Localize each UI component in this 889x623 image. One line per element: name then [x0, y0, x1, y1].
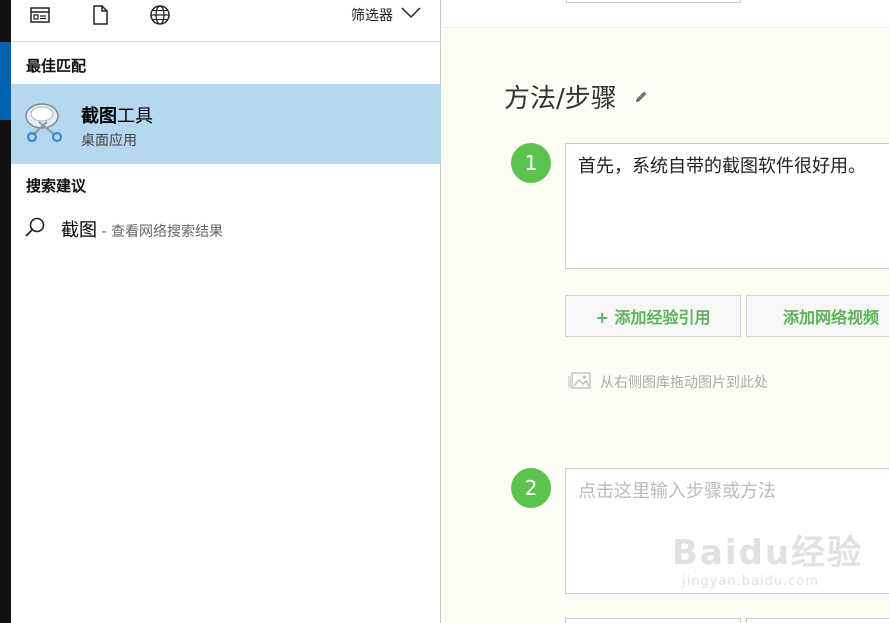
best-match-heading: 最佳匹配 [26, 57, 87, 75]
suggestion-text: 截图 - 查看网络搜索结果 [61, 216, 223, 242]
step-number-badge: 1 [511, 143, 551, 183]
filter-label: 筛选器 [351, 8, 393, 24]
app-title-rest: 工具 [117, 106, 153, 127]
document-icon[interactable] [89, 4, 111, 26]
start-search-panel: 筛选器 最佳匹配 截图工具 桌面应用 搜索建议 截图 - 查看网络搜索结果 [11, 0, 441, 623]
step-number-badge: 2 [511, 468, 551, 508]
snipping-tool-icon [23, 98, 69, 144]
web-globe-icon[interactable] [149, 4, 171, 26]
apps-view-icon[interactable] [29, 4, 51, 26]
app-title: 截图工具 [81, 102, 153, 128]
add-web-video-button[interactable]: 添加网络视频 [746, 295, 889, 337]
section-heading-text: 方法/步骤 [504, 84, 617, 114]
watermark-url: jingyan.baidu.com [682, 574, 819, 589]
step-1-text-field[interactable]: 首先，系统自带的截图软件很好用。 [565, 143, 889, 269]
app-title-match: 截图 [81, 106, 117, 127]
filter-dropdown[interactable]: 筛选器 [351, 4, 421, 26]
taskbar-edge [0, 0, 11, 623]
taskbar-accent [0, 42, 11, 120]
image-icon [566, 370, 592, 394]
suggestion-hint: - 查看网络搜索结果 [97, 224, 223, 240]
pencil-edit-icon[interactable] [633, 82, 649, 112]
baidu-watermark: Baidu经验 jingyan.baidu.com [672, 525, 863, 589]
search-suggestions-heading: 搜索建议 [26, 177, 87, 195]
section-heading: 方法/步骤 [504, 78, 649, 115]
image-drop-zone[interactable]: 从右侧图库拖动图片到此处 [566, 370, 768, 394]
next-button-top-edge [746, 618, 889, 623]
best-match-item-snipping-tool[interactable]: 截图工具 桌面应用 [11, 84, 441, 164]
web-suggestion-item[interactable]: 截图 - 查看网络搜索结果 [11, 210, 441, 246]
search-panel-toolbar: 筛选器 [11, 0, 441, 42]
search-icon [23, 216, 47, 240]
app-subtitle: 桌面应用 [81, 133, 137, 149]
editor-top-bar [442, 0, 889, 28]
suggestion-query: 截图 [61, 220, 97, 241]
watermark-text: Baidu经验 [672, 533, 864, 573]
add-experience-reference-button[interactable]: + 添加经验引用 [565, 295, 741, 337]
chevron-down-icon [401, 7, 421, 23]
next-button-top-edge [565, 618, 741, 623]
drag-hint-text: 从右侧图库拖动图片到此处 [600, 375, 768, 391]
article-editor: 方法/步骤 1 首先，系统自带的截图软件很好用。 + 添加经验引用 添加网络视频… [442, 0, 889, 623]
top-input-field[interactable] [566, 0, 741, 3]
